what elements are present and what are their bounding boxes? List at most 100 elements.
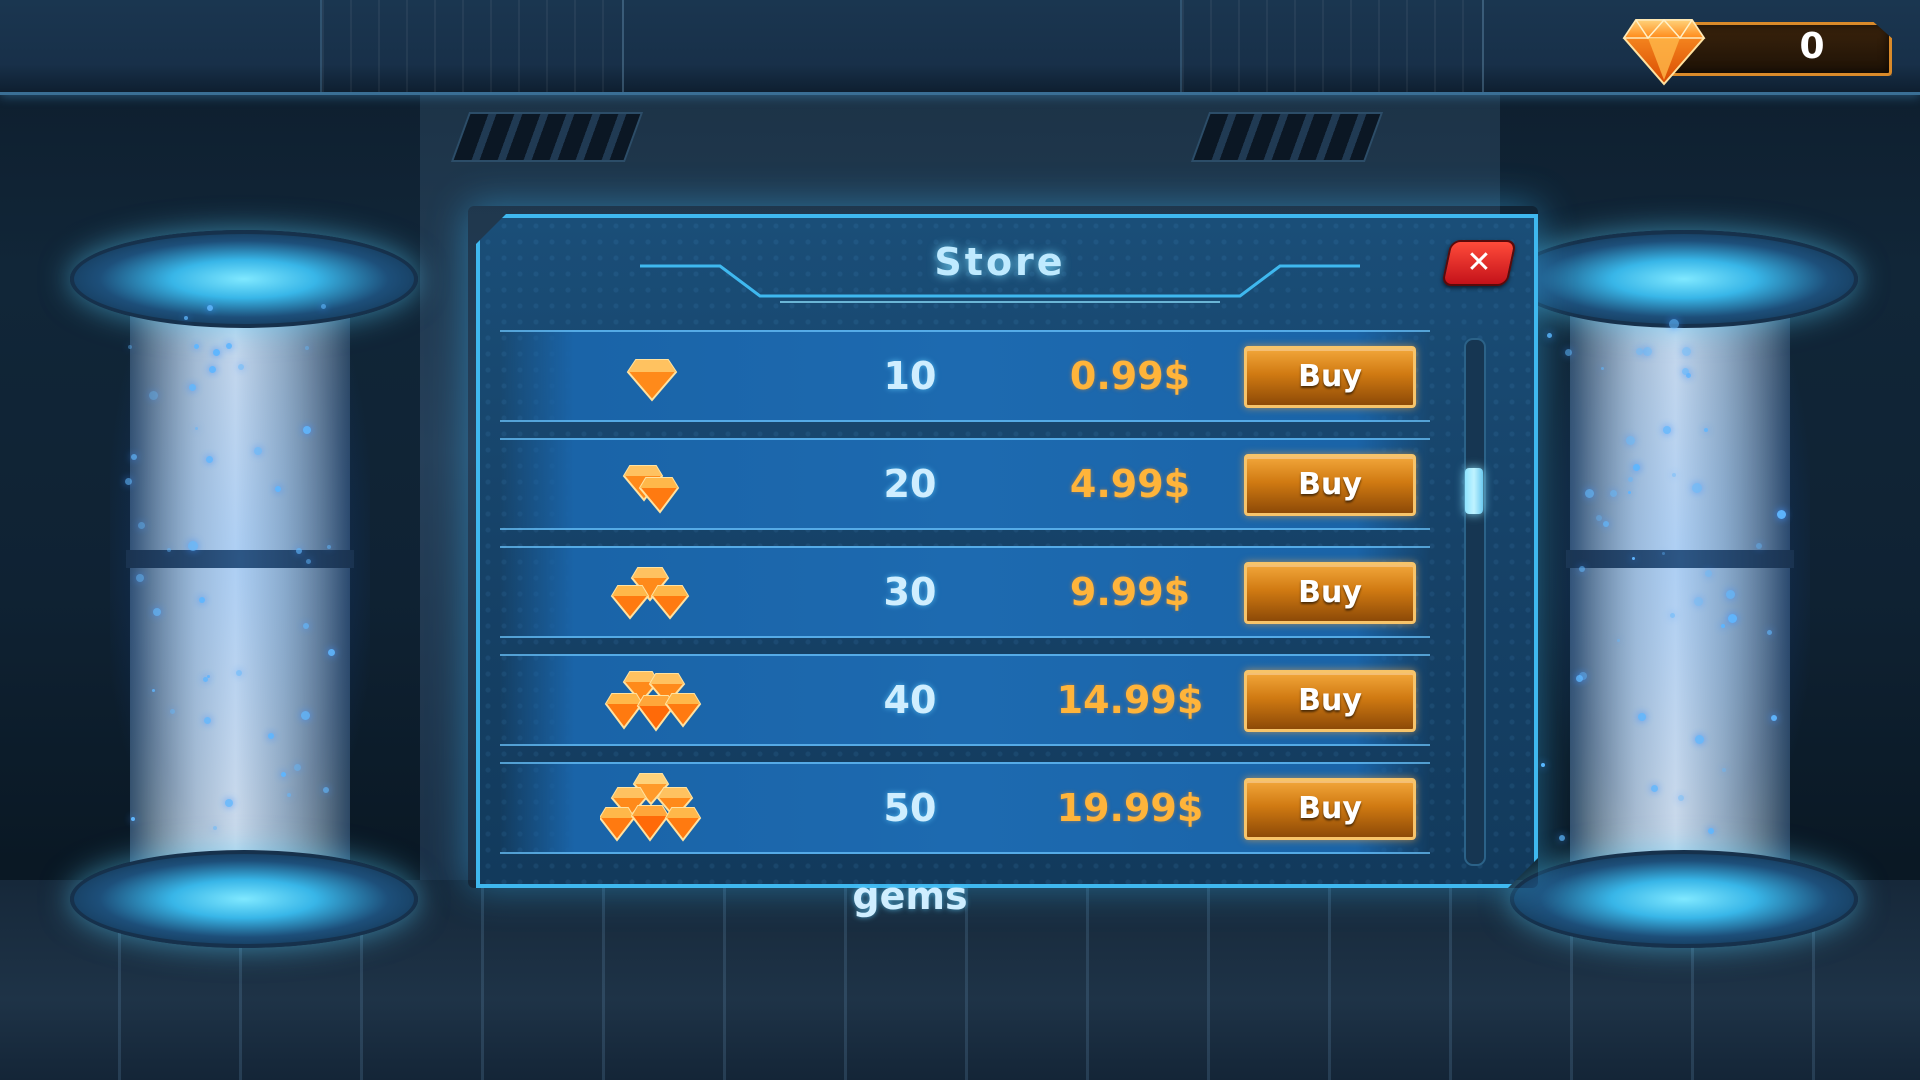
particle: [321, 304, 326, 309]
price: 14.99$: [1056, 678, 1204, 722]
particle: [225, 799, 233, 807]
particle: [167, 548, 171, 552]
particle: [1603, 521, 1609, 527]
left-glass-pillar: [70, 170, 418, 990]
particle: [1662, 552, 1665, 555]
particle: [170, 709, 175, 714]
particle: [1682, 368, 1689, 375]
particle: [275, 486, 281, 492]
particle: [1728, 614, 1737, 623]
particle: [189, 384, 196, 391]
gem-pile-icon: [604, 671, 702, 732]
particle: [1628, 477, 1633, 482]
store-row-10-gems: 10 gems 0.99$ Buy: [500, 330, 1430, 486]
particle: [203, 677, 208, 682]
particle: [306, 559, 311, 564]
pillar-top-ring: [70, 230, 418, 328]
particle: [153, 608, 161, 616]
particle: [1767, 630, 1772, 635]
scrollbar-thumb[interactable]: [1465, 468, 1483, 514]
pillar-bottom-ring: [1510, 850, 1858, 948]
particle: [213, 349, 220, 356]
store-row-30-gems: 30 gems 9.99$ Buy: [500, 546, 1430, 702]
particle: [296, 548, 302, 554]
gem-pair-icon: [622, 465, 680, 514]
particle: [209, 366, 216, 373]
particle: [238, 364, 244, 370]
particle: [287, 793, 291, 797]
particle: [1632, 557, 1635, 560]
particle: [1708, 828, 1714, 834]
buy-label: Buy: [1298, 575, 1362, 610]
particle: [327, 545, 331, 549]
buy-button[interactable]: Buy: [1244, 778, 1416, 840]
gem-amount: 40 gems: [852, 678, 967, 810]
store-scrollbar[interactable]: [1464, 338, 1486, 866]
buy-label: Buy: [1298, 359, 1362, 394]
buy-label: Buy: [1298, 467, 1362, 502]
buy-button[interactable]: Buy: [1244, 670, 1416, 732]
buy-button[interactable]: Buy: [1244, 454, 1416, 516]
particle: [136, 574, 144, 582]
particle: [294, 764, 301, 771]
price: 9.99$: [1069, 570, 1191, 614]
buy-button[interactable]: Buy: [1244, 346, 1416, 408]
particle: [281, 772, 286, 777]
particle: [152, 689, 155, 692]
particle: [199, 597, 205, 603]
particle: [1610, 490, 1617, 497]
particle: [1682, 347, 1691, 356]
particle: [1626, 436, 1635, 445]
particle: [1771, 715, 1777, 721]
particle: [268, 733, 274, 739]
particle: [254, 447, 262, 455]
particle: [131, 454, 137, 460]
gem-large-pile-icon: [600, 773, 702, 842]
ceiling-vent: [450, 112, 644, 162]
particle: [204, 717, 211, 724]
gem-single-icon: [626, 359, 678, 402]
particle: [1579, 566, 1585, 572]
particle: [125, 478, 132, 485]
pillar-glow: [110, 230, 370, 890]
pillar-top-ring: [1510, 230, 1858, 328]
particle: [1722, 768, 1726, 772]
store-screen: 0 Store ✕ 10 0.99$ Buy 20 4.99$ Buy 30 9…: [0, 0, 1920, 1080]
gem-counter: 0: [1622, 18, 1892, 86]
gem-count: 0: [1799, 26, 1825, 67]
particle: [213, 826, 217, 830]
particle: [328, 649, 335, 656]
gem-icon: [1622, 18, 1706, 86]
particle: [1585, 489, 1594, 498]
store-row-40-gems: 40 gems 14.99$ Buy: [500, 654, 1430, 810]
close-button[interactable]: ✕: [1441, 240, 1517, 286]
particle: [1694, 597, 1703, 606]
gem-amount: 30 gems: [852, 570, 967, 702]
pillar-bottom-ring: [70, 850, 418, 948]
right-glass-pillar: [1510, 170, 1858, 990]
particle: [1643, 347, 1652, 356]
particle: [1669, 319, 1679, 329]
particle: [1663, 426, 1671, 434]
buy-label: Buy: [1298, 791, 1362, 826]
price: 19.99$: [1056, 786, 1204, 830]
gem-small-pile-icon: [610, 567, 690, 620]
particle: [226, 343, 232, 349]
particle: [1705, 570, 1712, 577]
particle: [149, 391, 158, 400]
particle: [1633, 464, 1640, 471]
particle: [1695, 735, 1704, 744]
particle: [1628, 491, 1631, 494]
particle: [1692, 483, 1702, 493]
particle: [206, 456, 213, 463]
close-icon: ✕: [1466, 245, 1492, 280]
gem-amount: 20 gems: [852, 462, 967, 594]
particle: [1756, 543, 1762, 549]
particle: [1576, 675, 1583, 682]
store-item-list: 10 gems 0.99$ Buy 20 gems 4.99$ Buy: [500, 330, 1460, 918]
pillar-glow: [1550, 230, 1810, 890]
store-row-20-gems: 20 gems 4.99$ Buy: [500, 438, 1430, 594]
buy-button[interactable]: Buy: [1244, 562, 1416, 624]
particle: [207, 305, 213, 311]
particle: [303, 623, 309, 629]
